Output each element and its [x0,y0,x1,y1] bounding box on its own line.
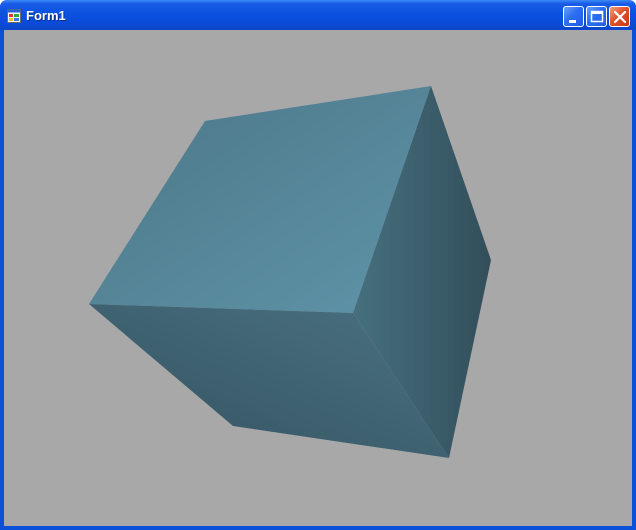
minimize-icon [569,20,576,23]
cube-viewport [89,86,491,458]
maximize-icon [590,10,604,23]
minimize-button[interactable] [563,6,584,27]
app-form-icon[interactable] [7,9,21,23]
close-icon [613,10,627,24]
3d-cube [89,86,491,458]
maximize-button[interactable] [586,6,607,27]
title-bar[interactable]: Form1 [0,0,636,30]
form-client-area[interactable] [4,30,632,526]
window-title: Form1 [26,8,66,23]
app-window: Form1 [0,0,636,530]
close-button[interactable] [609,6,630,27]
